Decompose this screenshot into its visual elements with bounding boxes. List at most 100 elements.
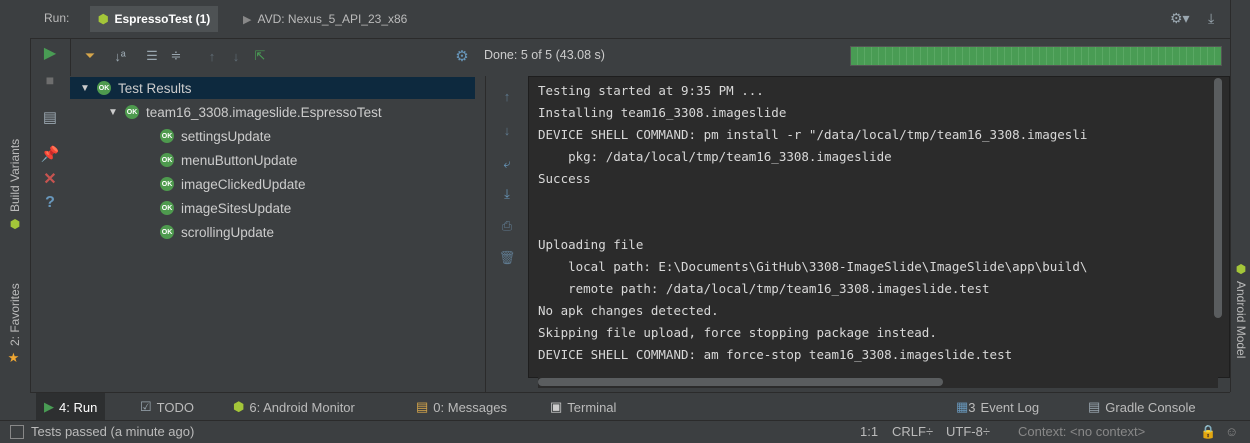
- messages-icon: ▤: [416, 399, 429, 414]
- right-tool-strip: ⬢ Android Model: [1230, 0, 1250, 392]
- vertical-scroll-thumb[interactable]: [1214, 78, 1222, 318]
- expand-arrow-icon[interactable]: ▼: [80, 83, 90, 94]
- line-separator[interactable]: CRLF÷: [892, 424, 933, 439]
- inspector-icon[interactable]: ☺: [1225, 424, 1238, 439]
- export-icon[interactable]: ⇱: [252, 48, 268, 64]
- tree-suite-label: team16_3308.imageslide.EspressoTest: [146, 104, 382, 120]
- trash-icon[interactable]: 🗑: [499, 250, 516, 266]
- test-status-row: Done: 5 of 5 (43.08 s): [484, 38, 1230, 74]
- terminal-icon: ▣: [550, 399, 563, 414]
- console-line: remote path: /data/local/tmp/team16_3308…: [538, 281, 990, 296]
- filter-icon[interactable]: ⏷: [82, 48, 98, 64]
- lock-icon[interactable]: 🔒: [1200, 424, 1216, 440]
- help-icon[interactable]: ?: [42, 194, 58, 211]
- left-tool-strip: ⬢ Build Variants ★ 2: Favorites: [0, 0, 31, 392]
- ok-badge-icon: OK: [97, 81, 111, 95]
- gradle-console-tool-tab[interactable]: ▤ Gradle Console: [1080, 393, 1204, 421]
- android-icon: ⬢: [8, 217, 22, 232]
- console-line: Skipping file upload, force stopping pac…: [538, 325, 937, 340]
- ok-badge-icon: OK: [160, 153, 174, 167]
- test-label: settingsUpdate: [181, 128, 272, 144]
- pin-icon[interactable]: 📌: [41, 146, 60, 163]
- star-icon: ★: [7, 351, 23, 367]
- event-log-label: Event Log: [980, 399, 1040, 415]
- expand-all-icon[interactable]: ☰: [144, 48, 160, 64]
- tab-espresso-test-label: EspressoTest (1): [114, 12, 211, 26]
- print-icon[interactable]: ⎙: [499, 218, 515, 234]
- event-log-tool-tab[interactable]: ▦ 3 Event Log: [948, 393, 1047, 421]
- settings-icon[interactable]: ⚙: [454, 48, 470, 65]
- next-icon[interactable]: ↓: [228, 48, 244, 64]
- ok-badge-icon: OK: [160, 225, 174, 239]
- caret-position[interactable]: 1:1: [860, 424, 878, 439]
- todo-tool-tab[interactable]: ☑ TODO: [132, 393, 202, 421]
- collapse-all-icon[interactable]: ≑: [168, 48, 184, 64]
- sort-alpha-icon[interactable]: ↓ª: [112, 48, 128, 64]
- todo-icon: ☑: [140, 399, 152, 414]
- tab-espresso-test[interactable]: ⬢ EspressoTest (1): [90, 6, 219, 32]
- test-row[interactable]: OK imageSitesUpdate: [160, 197, 291, 219]
- ok-badge-icon: OK: [160, 177, 174, 191]
- test-toolbar: ⏷ ↓ª ☰ ≑ ↑ ↓ ⇱ ⚙: [70, 38, 480, 74]
- android-model-tab[interactable]: ⬢ Android Model: [1231, 245, 1250, 375]
- device-icon: ▶: [243, 13, 252, 26]
- test-row[interactable]: OK menuButtonUpdate: [160, 149, 297, 171]
- messages-label: 0: Messages: [433, 399, 507, 415]
- android-icon: ⬢: [233, 399, 245, 414]
- rerun-icon[interactable]: ▶: [42, 45, 58, 62]
- console-line: Success: [538, 171, 591, 186]
- horizontal-scroll-thumb[interactable]: [538, 378, 943, 386]
- android-monitor-tool-tab[interactable]: ⬢ 6: Android Monitor: [225, 393, 363, 421]
- tree-root-row[interactable]: ▼ OK Test Results: [70, 77, 475, 99]
- hide-panel-icon[interactable]: ⤓: [1208, 10, 1214, 27]
- run-tool-label: 4: Run: [59, 399, 98, 415]
- run-icon: ▶: [44, 399, 54, 414]
- context-label[interactable]: Context: <no context>: [1018, 424, 1145, 439]
- settings-gear-icon[interactable]: ⚙▾: [1170, 10, 1190, 27]
- console-output[interactable]: Testing started at 9:35 PM ... Installin…: [528, 76, 1230, 378]
- soft-wrap-icon[interactable]: ⤶: [499, 156, 515, 172]
- run-toolbar: ▶ ■ ▤ 📌 ✕ ?: [30, 38, 71, 392]
- previous-icon[interactable]: ↑: [204, 48, 220, 64]
- tree-root-label: Test Results: [118, 80, 192, 96]
- console-toolbar: ↑ ↓ ⤶ ⤓ ⎙ 🗑: [485, 76, 528, 392]
- test-label: scrollingUpdate: [181, 224, 275, 240]
- terminal-tool-tab[interactable]: ▣ Terminal: [542, 393, 624, 421]
- test-label: menuButtonUpdate: [181, 152, 298, 168]
- test-label: imageSitesUpdate: [181, 200, 292, 216]
- build-variants-tab[interactable]: ⬢ Build Variants: [0, 120, 30, 250]
- expand-arrow-icon[interactable]: ▼: [108, 107, 118, 118]
- test-row[interactable]: OK settingsUpdate: [160, 125, 271, 147]
- scroll-up-icon[interactable]: ↑: [499, 88, 515, 104]
- test-label: imageClickedUpdate: [181, 176, 306, 192]
- status-message: Tests passed (a minute ago): [31, 424, 195, 439]
- horizontal-scrollbar[interactable]: [538, 376, 1218, 388]
- console-line: Uploading file: [538, 237, 644, 252]
- tab-avd[interactable]: ▶ AVD: Nexus_5_API_23_x86: [235, 6, 415, 32]
- vertical-scrollbar[interactable]: [1212, 78, 1224, 318]
- scroll-down-icon[interactable]: ↓: [499, 122, 515, 138]
- test-results-tree: ▼ OK Test Results ▼ OK team16_3308.image…: [70, 76, 475, 392]
- gradle-console-label: Gradle Console: [1105, 399, 1196, 415]
- ok-badge-icon: OK: [160, 129, 174, 143]
- build-variants-label: Build Variants: [8, 138, 22, 213]
- todo-tool-label: TODO: [156, 399, 194, 415]
- stop-icon[interactable]: ■: [42, 72, 58, 88]
- close-icon[interactable]: ✕: [42, 171, 58, 188]
- run-tool-tab[interactable]: ▶ 4: Run: [36, 393, 106, 421]
- layout-icon[interactable]: ▤: [42, 109, 58, 126]
- tree-suite-row[interactable]: ▼ OK team16_3308.imageslide.EspressoTest: [108, 101, 382, 123]
- progress-fill: [851, 47, 1221, 65]
- console-line: pkg: /data/local/tmp/team16_3308.imagesl…: [538, 149, 892, 164]
- file-encoding[interactable]: UTF-8÷: [946, 424, 990, 439]
- tab-avd-label: AVD: Nexus_5_API_23_x86: [257, 12, 408, 26]
- messages-tool-tab[interactable]: ▤ 0: Messages: [408, 393, 515, 421]
- console-line: DEVICE SHELL COMMAND: pm install -r "/da…: [538, 127, 1088, 142]
- toggle-tool-windows-icon[interactable]: [10, 425, 24, 439]
- test-row[interactable]: OK imageClickedUpdate: [160, 173, 306, 195]
- favorites-label: 2: Favorites: [8, 283, 22, 347]
- test-row[interactable]: OK scrollingUpdate: [160, 221, 274, 243]
- favorites-tab[interactable]: ★ 2: Favorites: [0, 270, 30, 380]
- scroll-to-end-icon[interactable]: ⤓: [499, 186, 515, 202]
- ok-badge-icon: OK: [160, 201, 174, 215]
